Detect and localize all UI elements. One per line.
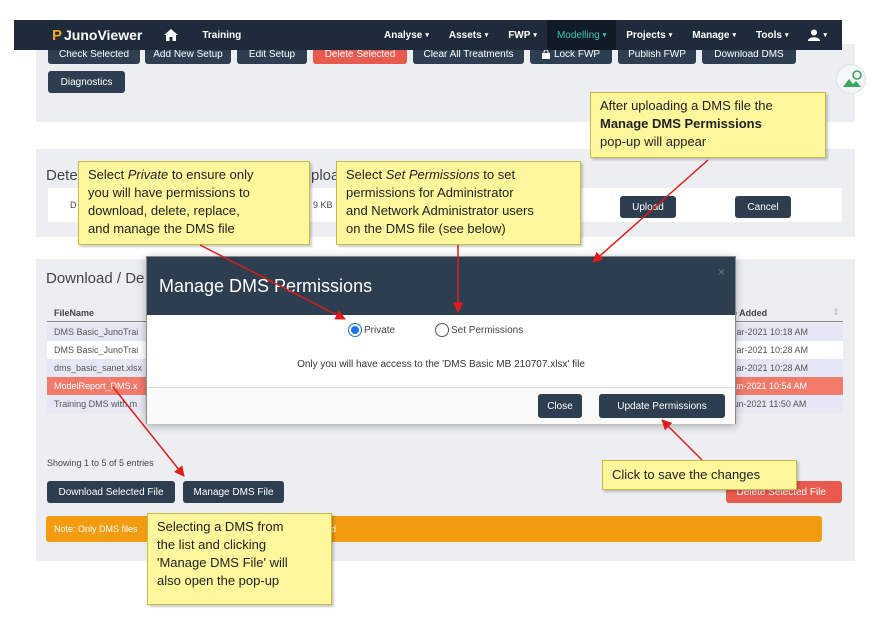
callout-set-line2: permissions for Administrator [346, 185, 514, 200]
row-filename: DMS Basic_JunoTrai [54, 327, 139, 337]
callout-select-line1: Selecting a DMS from [157, 519, 284, 534]
callout-set-line1: Select Set Permissions to set [346, 166, 571, 184]
row-filename: dms_basic_sanet.xlsx [54, 363, 143, 373]
chevron-down-icon: ▾ [484, 32, 489, 39]
chevron-down-icon: ▾ [425, 32, 429, 39]
row-filename: ModelReport_DMS.x [54, 381, 138, 391]
home-icon[interactable] [164, 29, 179, 41]
image-refresh-icon [843, 70, 862, 87]
callout-emphasis: Private [127, 167, 169, 182]
callout-text: Select [88, 167, 128, 182]
chevron-down-icon: ▾ [602, 32, 607, 39]
callout-upload: After uploading a DMS file the Manage DM… [590, 92, 826, 158]
callout-upload-line3: pop-up will appear [600, 134, 707, 149]
permission-radio-group: Private Set Permissions [147, 315, 735, 345]
top-navbar: P JunoViewer Training Analyse ▾ Assets ▾ F… [14, 20, 842, 50]
chevron-down-icon: ▾ [668, 32, 673, 39]
callout-private-line3: download, delete, replace, [88, 203, 240, 218]
brand-p-mark: P [52, 26, 63, 44]
modal-message: Only you will have access to the 'DMS Ba… [297, 359, 585, 370]
nav-tools-label: Tools [756, 29, 782, 41]
row-date: Mar-2021 10:28 AM [729, 345, 809, 355]
upload-file-size: 9 KB [313, 200, 333, 210]
diagnostics-button[interactable]: Diagnostics [48, 71, 125, 93]
row-filename: Training DMS with m [54, 399, 138, 409]
note-text-left: Note: Only DMS files [54, 524, 138, 534]
nav-assets-label: Assets [448, 29, 482, 41]
column-header-filename[interactable]: FileName [54, 308, 94, 318]
lock-fwp-label: Lock FWP [553, 48, 601, 60]
update-permissions-button[interactable]: Update Permissions [599, 394, 725, 418]
nav-assets[interactable]: Assets ▾ [439, 20, 498, 50]
modal-footer: Close Update Permissions [147, 387, 735, 424]
manage-dms-permissions-modal: Manage DMS Permissions × Private Set Per… [146, 256, 736, 424]
radio-private[interactable]: Private [348, 323, 395, 337]
brand-name: JunoViewer [64, 27, 143, 43]
callout-set-permissions: Select Set Permissions to set permission… [336, 161, 581, 245]
nav-modelling[interactable]: Modelling ▾ [546, 20, 617, 50]
radio-private-indicator[interactable] [348, 323, 362, 337]
callout-select-line2: the list and clicking [157, 537, 267, 552]
callout-private-line1: Select Private to ensure only [88, 166, 300, 184]
row-filename: DMS Basic_JunoTrai [54, 345, 139, 355]
radio-set-permissions-label: Set Permissions [451, 324, 524, 336]
callout-text: Select [346, 167, 386, 182]
callout-private-line4: and manage the DMS file [88, 221, 235, 236]
callout-select-line3: 'Manage DMS File' will [157, 555, 288, 570]
nav-modelling-label: Modelling [556, 29, 600, 41]
nav-projects[interactable]: Projects ▾ [616, 20, 682, 50]
sort-icon[interactable]: ⇕ [832, 307, 840, 318]
nav-tools[interactable]: Tools ▾ [746, 20, 798, 50]
modal-title: Manage DMS Permissions [159, 275, 373, 296]
table-entries-info: Showing 1 to 5 of 5 entries [47, 458, 154, 468]
chevron-down-icon: ▾ [784, 32, 789, 39]
nav-training[interactable]: Training [202, 30, 241, 41]
user-icon [808, 29, 821, 41]
brand-logo[interactable]: P JunoViewer [52, 27, 142, 44]
upload-section-title-left: Dete [46, 167, 78, 184]
chevron-down-icon: ▾ [823, 32, 827, 39]
callout-select: Selecting a DMS from the list and clicki… [147, 513, 332, 605]
app-logo-icon [836, 64, 866, 94]
chevron-down-icon: ▾ [533, 32, 537, 39]
modal-header: Manage DMS Permissions × [147, 257, 735, 315]
row-date: Mar-2021 10:28 AM [729, 363, 809, 373]
nav-fwp-label: FWP [508, 29, 531, 41]
radio-set-permissions-indicator[interactable] [435, 323, 449, 337]
column-header-date-added[interactable]: e Added [732, 308, 767, 318]
nav-analyse[interactable]: Analyse ▾ [374, 20, 439, 50]
modal-close-button[interactable]: Close [538, 394, 582, 418]
callout-text: to ensure only [168, 167, 254, 182]
manage-dms-file-button[interactable]: Manage DMS File [183, 481, 284, 503]
callout-save: Click to save the changes [602, 460, 797, 490]
nav-projects-label: Projects [626, 29, 666, 41]
callout-upload-line2: Manage DMS Permissions [600, 116, 762, 131]
lock-icon [541, 49, 550, 59]
nav-user[interactable]: ▾ [798, 20, 837, 50]
upload-button[interactable]: Upload [620, 196, 676, 218]
nav-fwp[interactable]: FWP ▾ [498, 20, 547, 50]
download-selected-file-button[interactable]: Download Selected File [47, 481, 175, 503]
callout-emphasis: Set Permissions [385, 167, 480, 182]
callout-upload-line1: After uploading a DMS file the [600, 98, 773, 113]
radio-private-label: Private [364, 324, 396, 336]
chevron-down-icon: ▾ [732, 32, 736, 39]
callout-select-line4: also open the pop-up [157, 573, 280, 588]
radio-set-permissions[interactable]: Set Permissions [435, 323, 523, 337]
callout-set-line3: and Network Administrator users [346, 203, 534, 218]
nav-analyse-label: Analyse [384, 29, 423, 41]
row-date: Jun-2021 10:54 AM [729, 381, 808, 391]
download-section-title: Download / De [46, 270, 145, 287]
callout-set-line4: on the DMS file (see below) [346, 221, 506, 236]
callout-private: Select Private to ensure only you will h… [78, 161, 310, 245]
callout-text: to set [479, 167, 516, 182]
row-date: Mar-2021 10:18 AM [729, 327, 809, 337]
upload-row-label: D [70, 200, 77, 210]
close-icon[interactable]: × [718, 265, 725, 279]
nav-manage[interactable]: Manage ▾ [682, 20, 746, 50]
callout-private-line2: you will have permissions to [88, 185, 250, 200]
cancel-upload-button[interactable]: Cancel [735, 196, 791, 218]
nav-manage-label: Manage [692, 29, 730, 41]
row-date: Jun-2021 11:50 AM [729, 399, 807, 409]
